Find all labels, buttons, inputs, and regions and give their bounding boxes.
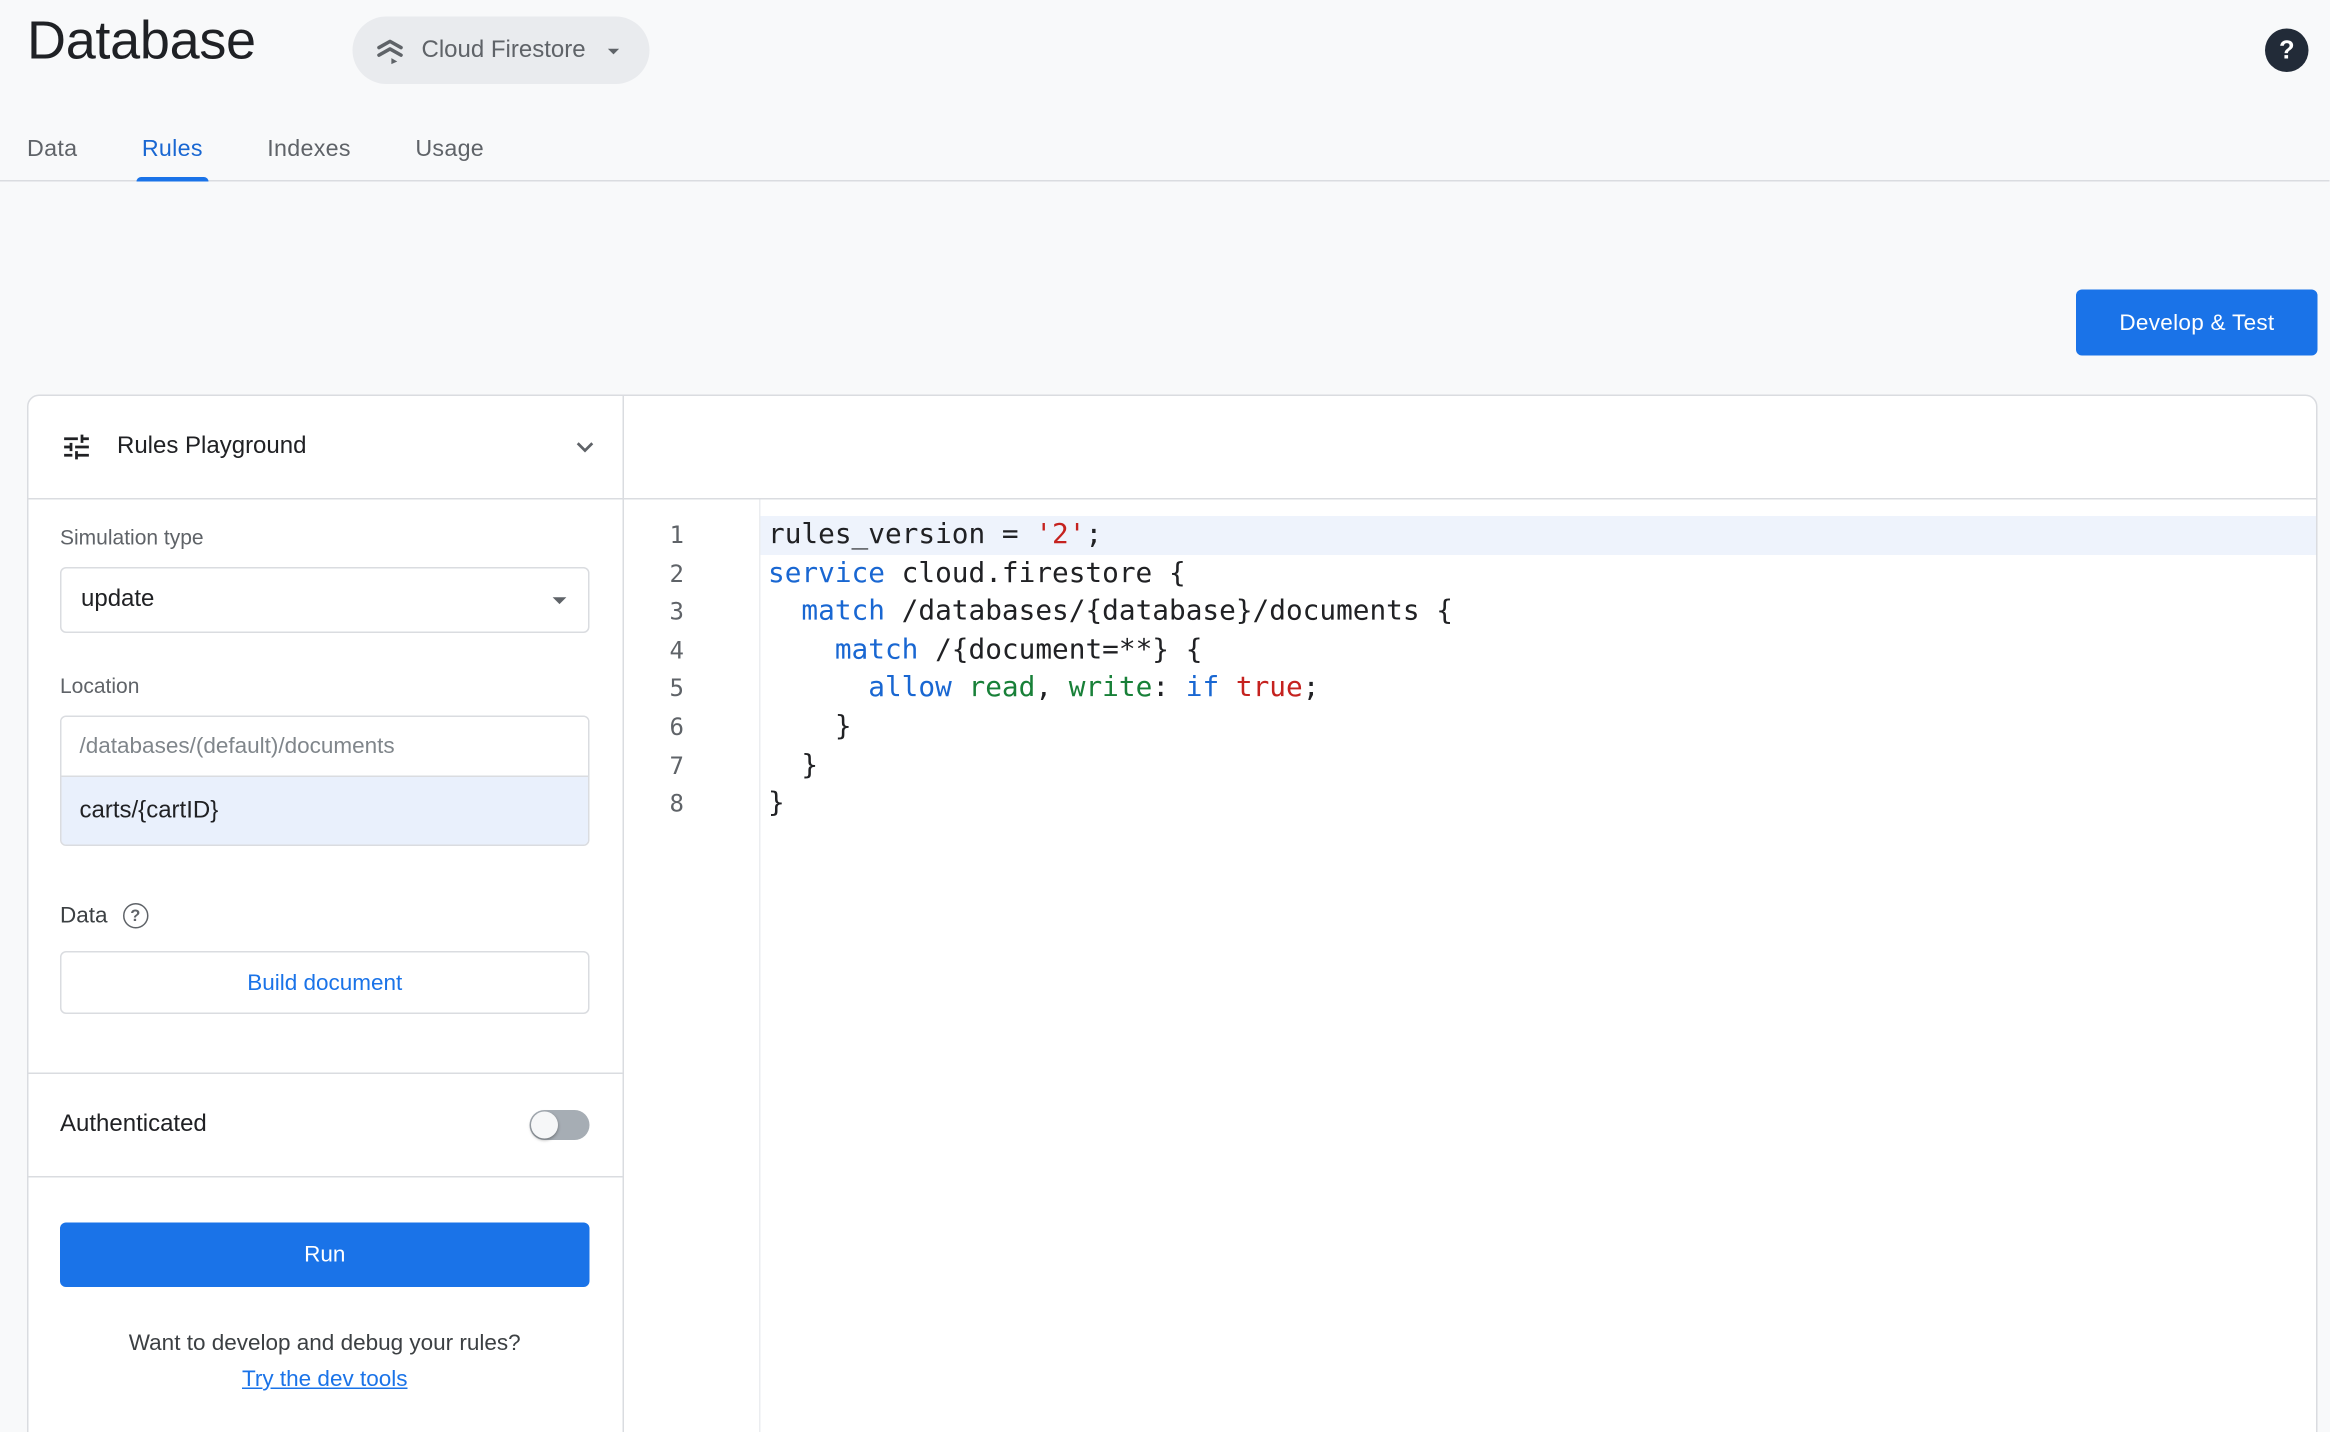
editor-gutter: 1 2 3 4 5 6 7 8 [624,499,761,1432]
code-line[interactable]: } [761,708,2317,746]
develop-and-test-button[interactable]: Develop & Test [2075,289,2318,356]
help-icon[interactable]: ? [2265,28,2309,72]
location-base-path: /databases/(default)/documents [61,717,588,777]
line-number: 5 [669,674,684,703]
firestore-database-page: Database Cloud Firestore ? Data Rules In… [0,0,2330,1432]
location-group: /databases/(default)/documents carts/{ca… [60,715,590,846]
code-line[interactable]: allow read, write: if true; [761,670,2317,708]
line-number: 4 [669,635,684,665]
rules-editor-card: Rules Playground Simulation type update [27,394,2318,1432]
tab-bar: Data Rules Indexes Usage [0,120,2330,182]
code-line[interactable]: } [761,746,2317,784]
data-section-header: Data ? [60,903,590,929]
line-number: 6 [669,712,684,741]
location-input[interactable]: carts/{cartID} [61,777,588,845]
code-line[interactable]: match /databases/{database}/documents { [761,593,2317,631]
authenticated-label: Authenticated [60,1111,207,1138]
card-header: Rules Playground [28,396,2317,500]
line-number: 2 [669,558,684,588]
authenticated-row: Authenticated [28,1074,623,1178]
editor-toolbar [624,396,2316,498]
rules-playground-panel: Simulation type update Location /databas… [28,499,624,1432]
editor-code[interactable]: rules_version = '2'; service cloud.firest… [760,500,2317,1432]
tab-rules[interactable]: Rules [135,120,209,182]
run-section: Run Want to develop and debug your rules… [29,1178,623,1394]
dev-tools-link[interactable]: Try the dev tools [242,1367,407,1393]
line-number: 8 [669,789,684,818]
line-number: 1 [669,520,684,550]
code-line[interactable]: rules_version = '2'; [760,516,2317,555]
simulation-section: Simulation type update Location /databas… [28,500,623,1074]
build-document-button[interactable]: Build document [60,951,590,1014]
help-outline-icon[interactable]: ? [122,903,149,929]
card-body: Simulation type update Location /databas… [28,499,2317,1432]
tab-usage[interactable]: Usage [415,120,484,180]
line-number: 3 [669,597,684,626]
arrow-drop-down-icon [543,584,576,617]
simulation-type-select[interactable]: update [60,567,590,633]
tab-data[interactable]: Data [27,120,77,180]
product-selector[interactable]: Cloud Firestore [352,16,651,84]
rules-playground-title: Rules Playground [117,433,307,460]
viewport: Database Cloud Firestore ? Data Rules In… [0,0,2330,1432]
dev-tools-prompt: Want to develop and debug your rules? [128,1330,521,1357]
simulation-type-value: update [81,586,155,613]
collapse-chevron-icon[interactable] [569,431,602,464]
help-glyph: ? [2278,35,2295,64]
toggle-thumb [531,1111,558,1139]
chevron-down-icon [601,37,628,64]
authenticated-toggle[interactable] [529,1110,590,1140]
rules-code-editor: 1 2 3 4 5 6 7 8 rules_version = '2'; service clo… [624,499,2317,1432]
product-selector-label: Cloud Firestore [421,36,586,63]
tab-indexes[interactable]: Indexes [267,120,351,180]
data-label: Data [60,903,108,929]
code-line[interactable]: match /{document=**} { [761,631,2317,669]
line-number: 7 [669,750,684,780]
run-button[interactable]: Run [60,1222,590,1287]
tune-icon [60,431,93,464]
page-title: Database [27,9,256,71]
code-line[interactable]: } [761,785,2317,823]
code-line[interactable]: service cloud.firestore { [761,554,2317,592]
rules-playground-header[interactable]: Rules Playground [29,396,624,498]
simulation-type-label: Simulation type [60,525,204,549]
firestore-icon [374,34,407,67]
location-label: Location [60,673,140,698]
